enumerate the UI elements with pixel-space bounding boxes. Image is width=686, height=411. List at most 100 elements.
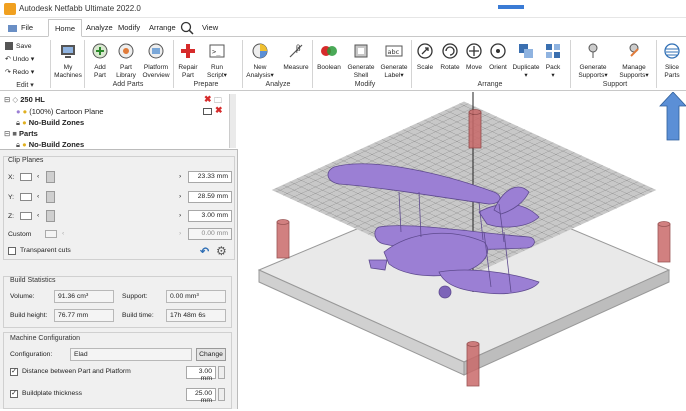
save-icon: [5, 42, 13, 50]
machine-config-title: Machine Configuration: [10, 335, 81, 342]
settings-gear-icon[interactable]: ⚙: [216, 244, 227, 258]
y-toggle[interactable]: [20, 193, 32, 201]
redo-button[interactable]: ↷ Redo ▾: [5, 68, 34, 76]
buildplate-checkbox[interactable]: ✓: [10, 390, 18, 398]
distance-checkbox[interactable]: ✓: [10, 368, 18, 376]
move-icon: [466, 43, 482, 59]
duplicate-dropdown[interactable]: ▾: [511, 72, 541, 80]
x-toggle[interactable]: [20, 173, 32, 181]
transparent-cuts-checkbox[interactable]: [8, 247, 16, 255]
pack-button[interactable]: Pack ▾: [542, 42, 564, 80]
distance-spinner[interactable]: [218, 366, 225, 379]
generate-label-label-1: Generate: [380, 64, 408, 71]
move-button[interactable]: Move: [463, 42, 485, 72]
machine-name: 250 HL: [20, 95, 45, 104]
z-left-arrow[interactable]: ‹: [37, 212, 39, 219]
measure-button[interactable]: β Measure: [282, 42, 310, 72]
tab-home[interactable]: Home: [48, 19, 83, 37]
tree-scrollbar[interactable]: [229, 94, 236, 148]
my-machines-button[interactable]: My Machines: [53, 42, 83, 80]
add-part-button[interactable]: Add Part: [88, 42, 112, 80]
file-icon[interactable]: File: [2, 19, 39, 37]
tab-modify[interactable]: Modify: [112, 19, 146, 37]
custom-right-arrow[interactable]: ›: [179, 230, 181, 237]
y-value-input[interactable]: 28.59 mm: [188, 191, 232, 203]
buildplate-label: Buildplate thickness: [22, 390, 83, 397]
lightbulb-icon[interactable]: ●: [23, 107, 28, 116]
remove-icon[interactable]: ✖: [204, 94, 212, 105]
manage-supports-label-1: Manage: [622, 64, 646, 71]
z-toggle[interactable]: [20, 212, 32, 220]
new-analysis-button[interactable]: New Analysis▾: [245, 42, 275, 80]
slice-icon: [664, 43, 680, 59]
z-value-input[interactable]: 3.00 mm: [188, 210, 232, 222]
buildplate-spinner[interactable]: [218, 388, 225, 401]
custom-left-arrow[interactable]: ‹: [62, 230, 64, 237]
custom-toggle[interactable]: [45, 230, 57, 238]
x-right-arrow[interactable]: ›: [179, 173, 181, 180]
generate-supports-icon: [588, 43, 598, 58]
manage-supports-button[interactable]: Manage Supports▾: [614, 42, 654, 80]
add-part-icon: [92, 43, 108, 59]
slice-parts-button[interactable]: Slice Parts: [659, 42, 685, 80]
tab-view[interactable]: View: [196, 19, 224, 37]
lightbulb-icon[interactable]: ●: [22, 140, 27, 149]
undo-label: Undo: [12, 56, 29, 63]
lock-icon: 🔒︎: [16, 140, 20, 149]
lock-icon: 🔒︎: [16, 118, 20, 127]
generate-shell-button[interactable]: Generate Shell: [345, 42, 377, 80]
tree-item-nobuild-1[interactable]: 🔒︎ ● No-Build Zones: [16, 118, 84, 128]
save-button[interactable]: Save: [5, 42, 32, 50]
part-library-button[interactable]: Part Library: [112, 42, 140, 80]
separator: [242, 40, 243, 88]
svg-text:abc: abc: [388, 48, 400, 56]
part-view-icon[interactable]: [203, 108, 212, 115]
custom-value-input[interactable]: 0.00 mm: [188, 228, 232, 240]
distance-input[interactable]: 3.00 mm: [186, 366, 216, 382]
z-right-arrow[interactable]: ›: [179, 212, 181, 219]
tab-arrange[interactable]: Arrange: [143, 19, 182, 37]
generate-supports-button[interactable]: Generate Supports▾: [574, 42, 612, 80]
script-icon: >_: [209, 44, 225, 58]
search-icon[interactable]: [180, 21, 194, 35]
pack-dropdown[interactable]: ▾: [542, 72, 564, 80]
3d-viewport[interactable]: [239, 91, 686, 409]
redo-icon: ↷: [5, 69, 11, 76]
tab-file[interactable]: File: [21, 23, 33, 32]
repair-part-label-2: Part: [182, 72, 194, 79]
x-label: X:: [8, 174, 15, 181]
scale-button[interactable]: Scale: [413, 42, 437, 72]
platform-overview-button[interactable]: Platform Overview: [140, 42, 172, 80]
undo-clip-icon[interactable]: ↶: [200, 245, 209, 258]
duplicate-button[interactable]: Duplicate ▾: [511, 42, 541, 80]
tree-item-parts[interactable]: ⊟ ■ Parts: [4, 129, 38, 138]
y-slider-thumb[interactable]: [46, 191, 55, 203]
tree-item-part[interactable]: ● ● (100%) Cartoon Plane: [16, 107, 103, 116]
delete-part-icon[interactable]: ✖: [215, 105, 223, 116]
svg-text:β: β: [296, 44, 301, 53]
group-edit[interactable]: Edit ▾: [10, 81, 40, 89]
tree-item-machine[interactable]: ⊟ ◇ 250 HL: [4, 95, 45, 104]
x-left-arrow[interactable]: ‹: [37, 173, 39, 180]
tree-item-nobuild-2[interactable]: 🔒︎ ● No-Build Zones: [16, 140, 84, 150]
z-slider-thumb[interactable]: [46, 210, 55, 222]
repair-part-button[interactable]: Repair Part: [176, 42, 200, 80]
buildplate-input[interactable]: 25.00 mm: [186, 388, 216, 404]
lightbulb-icon[interactable]: ●: [22, 118, 27, 127]
collapse-icon[interactable]: ⊟: [4, 95, 10, 104]
change-button[interactable]: Change: [196, 348, 226, 361]
x-slider-thumb[interactable]: [46, 171, 55, 183]
orient-button[interactable]: Orient: [486, 42, 510, 72]
boolean-button[interactable]: Boolean: [314, 42, 344, 72]
custom-label: Custom: [8, 231, 32, 238]
rotate-button[interactable]: Rotate: [438, 42, 462, 72]
x-value-input[interactable]: 23.33 mm: [188, 171, 232, 183]
y-left-arrow[interactable]: ‹: [37, 193, 39, 200]
collapse-icon[interactable]: ⊟: [4, 129, 10, 138]
generate-label-button[interactable]: abc Generate Label▾: [378, 42, 410, 80]
y-right-arrow[interactable]: ›: [179, 193, 181, 200]
build-height-value: 76.77 mm: [54, 309, 114, 322]
separator: [84, 40, 85, 88]
run-script-button[interactable]: >_ Run Script▾: [204, 42, 230, 80]
undo-button[interactable]: ↶ Undo ▾: [5, 55, 34, 63]
